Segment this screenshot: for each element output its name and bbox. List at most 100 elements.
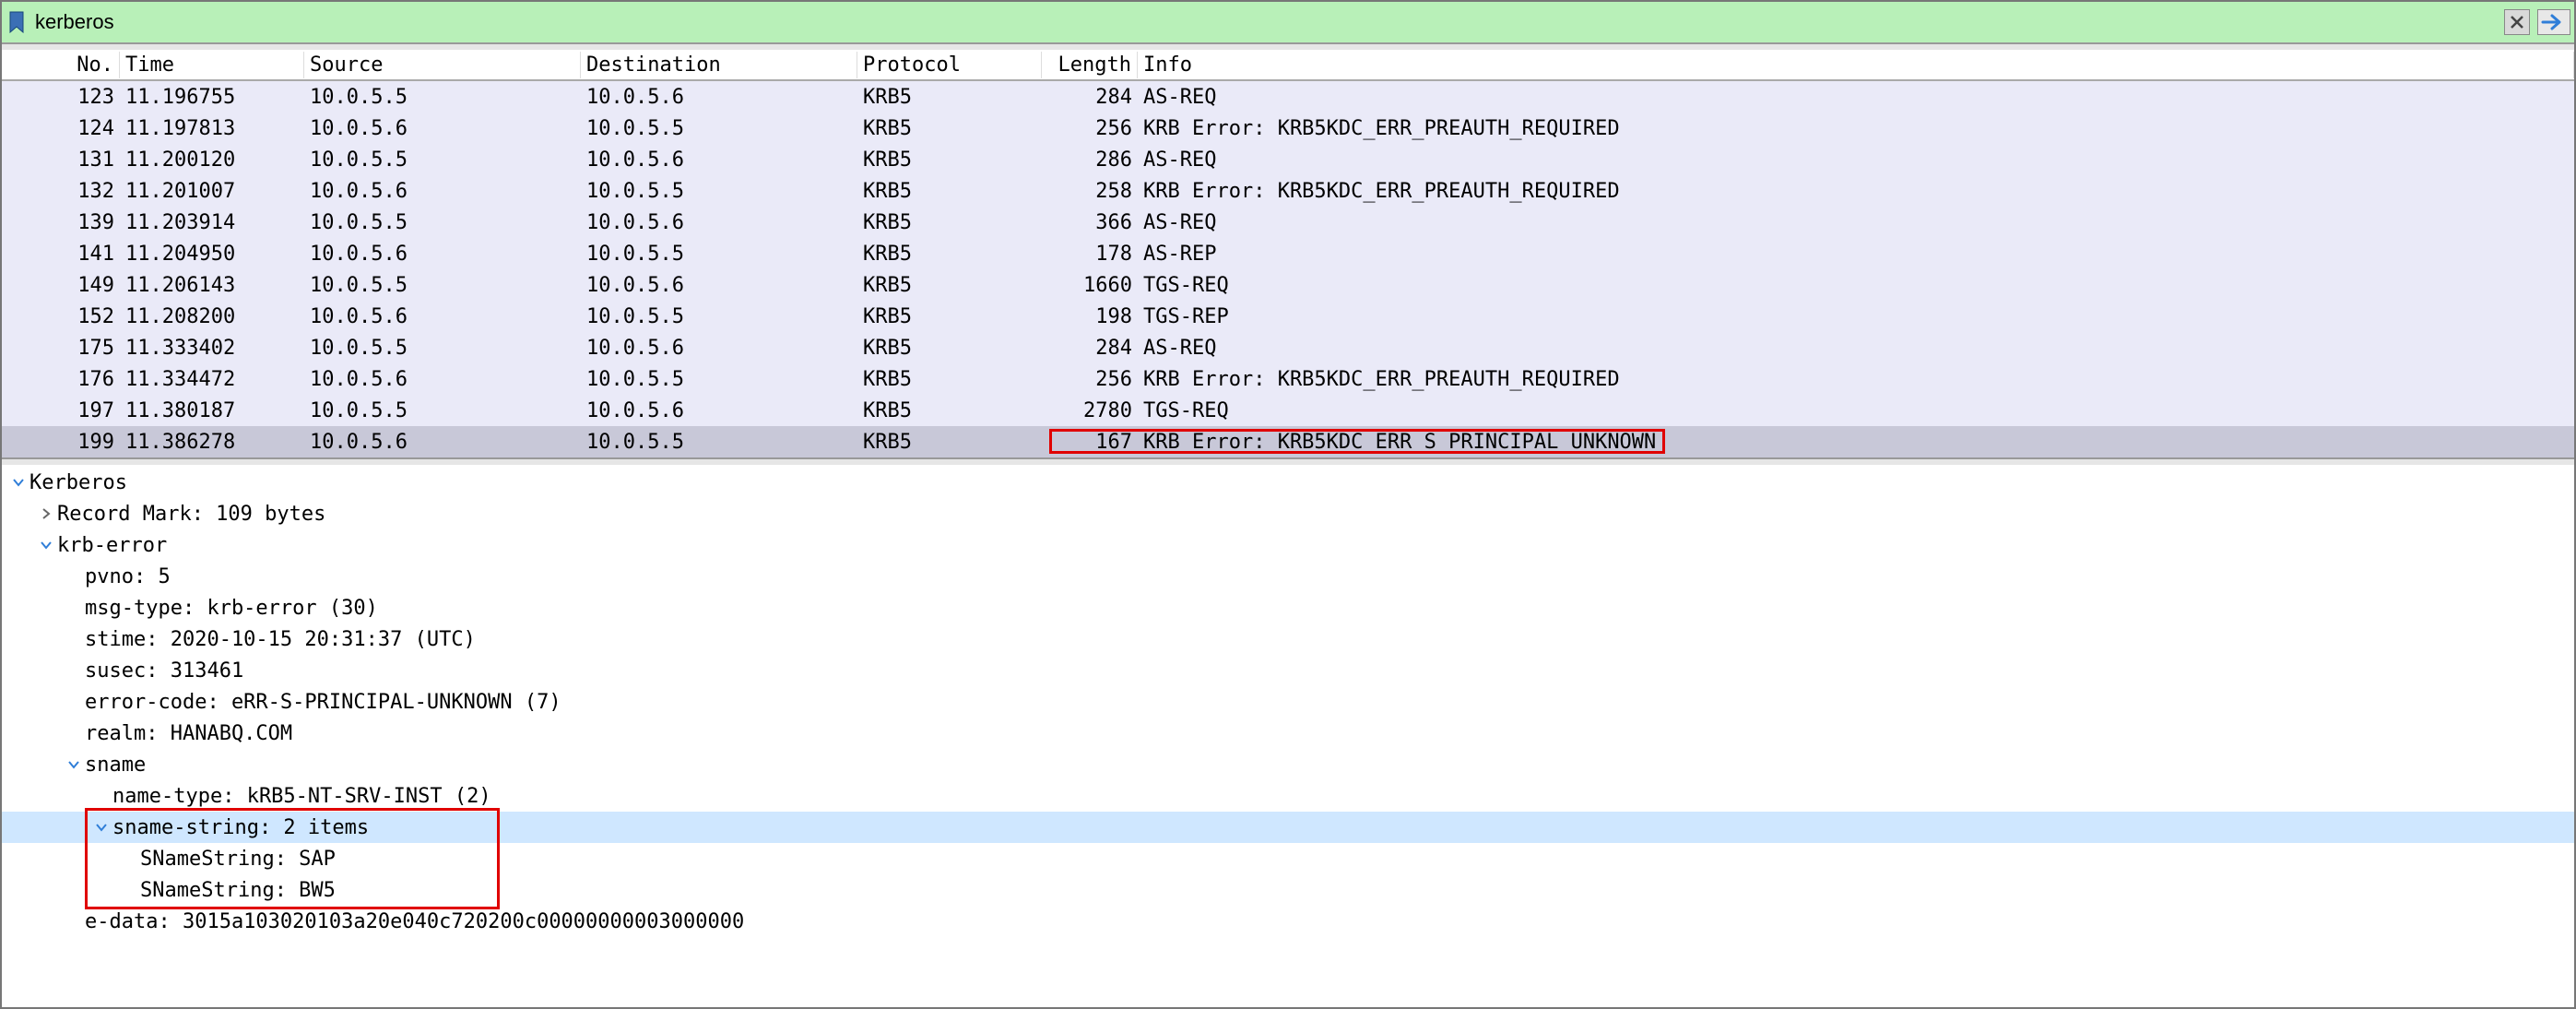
tree-label: pvno: 5 xyxy=(85,565,171,588)
packet-row[interactable]: 12311.19675510.0.5.510.0.5.6KRB5284AS-RE… xyxy=(2,81,2574,113)
tree-pvno[interactable]: pvno: 5 xyxy=(2,561,2574,592)
cell-len: 286 xyxy=(1042,148,1138,172)
tree-label: msg-type: krb-error (30) xyxy=(85,597,378,620)
tree-label: e-data: 3015a103020103a20e040c720200c000… xyxy=(85,910,744,933)
tree-e-data[interactable]: e-data: 3015a103020103a20e040c720200c000… xyxy=(2,906,2574,937)
col-header-length[interactable]: Length xyxy=(1042,52,1138,78)
packet-row[interactable]: 14911.20614310.0.5.510.0.5.6KRB51660TGS-… xyxy=(2,269,2574,301)
tree-label: sname xyxy=(85,754,146,777)
cell-time: 11.201007 xyxy=(120,180,304,203)
col-header-source[interactable]: Source xyxy=(304,52,581,78)
tree-sname-item[interactable]: SNameString: SAP xyxy=(2,843,2574,874)
packet-row[interactable]: 13111.20012010.0.5.510.0.5.6KRB5286AS-RE… xyxy=(2,144,2574,175)
col-header-no[interactable]: No. xyxy=(2,52,120,78)
cell-len: 256 xyxy=(1042,368,1138,391)
tree-label: realm: HANABQ.COM xyxy=(85,722,292,745)
cell-no: 199 xyxy=(2,431,120,454)
display-filter-input[interactable] xyxy=(31,10,2500,34)
col-header-time[interactable]: Time xyxy=(120,52,304,78)
tree-label: susec: 313461 xyxy=(85,659,243,683)
tree-error-code[interactable]: error-code: eRR-S-PRINCIPAL-UNKNOWN (7) xyxy=(2,686,2574,718)
apply-filter-icon[interactable] xyxy=(2537,9,2570,35)
cell-dst: 10.0.5.5 xyxy=(581,243,857,266)
cell-src: 10.0.5.5 xyxy=(304,211,581,234)
cell-dst: 10.0.5.5 xyxy=(581,305,857,328)
packet-list-pane: No. Time Source Destination Protocol Len… xyxy=(2,50,2574,459)
cell-dst: 10.0.5.6 xyxy=(581,274,857,297)
tree-sname-item[interactable]: SNameString: BW5 xyxy=(2,874,2574,906)
cell-dst: 10.0.5.6 xyxy=(581,86,857,109)
tree-stime[interactable]: stime: 2020-10-15 20:31:37 (UTC) xyxy=(2,623,2574,655)
cell-no: 132 xyxy=(2,180,120,203)
cell-dst: 10.0.5.6 xyxy=(581,211,857,234)
tree-krb-error[interactable]: krb-error xyxy=(2,529,2574,561)
cell-proto: KRB5 xyxy=(857,399,1042,422)
tree-record-mark[interactable]: Record Mark: 109 bytes xyxy=(2,498,2574,529)
packet-row[interactable]: 12411.19781310.0.5.610.0.5.5KRB5256KRB E… xyxy=(2,113,2574,144)
cell-src: 10.0.5.5 xyxy=(304,86,581,109)
chevron-down-icon[interactable] xyxy=(90,821,112,834)
tree-sname-string[interactable]: sname-string: 2 items xyxy=(2,812,2574,843)
cell-info: KRB Error: KRB5KDC_ERR_PREAUTH_REQUIRED xyxy=(1138,368,2574,391)
cell-proto: KRB5 xyxy=(857,274,1042,297)
tree-sname[interactable]: sname xyxy=(2,749,2574,780)
chevron-down-icon[interactable] xyxy=(35,539,57,552)
display-filter-bar xyxy=(2,2,2574,44)
bookmark-icon[interactable] xyxy=(6,11,28,33)
tree-label: error-code: eRR-S-PRINCIPAL-UNKNOWN (7) xyxy=(85,691,561,714)
packet-row[interactable]: 19711.38018710.0.5.510.0.5.6KRB52780TGS-… xyxy=(2,395,2574,426)
cell-dst: 10.0.5.6 xyxy=(581,399,857,422)
tree-kerberos[interactable]: Kerberos xyxy=(2,467,2574,498)
packet-row[interactable]: 14111.20495010.0.5.610.0.5.5KRB5178AS-RE… xyxy=(2,238,2574,269)
chevron-down-icon[interactable] xyxy=(63,758,85,771)
cell-len: 167 xyxy=(1042,431,1138,454)
cell-proto: KRB5 xyxy=(857,117,1042,140)
cell-no: 152 xyxy=(2,305,120,328)
cell-src: 10.0.5.6 xyxy=(304,305,581,328)
cell-len: 366 xyxy=(1042,211,1138,234)
cell-src: 10.0.5.6 xyxy=(304,243,581,266)
tree-realm[interactable]: realm: HANABQ.COM xyxy=(2,718,2574,749)
packet-row[interactable]: 19911.38627810.0.5.610.0.5.5KRB5167KRB E… xyxy=(2,426,2574,457)
tree-name-type[interactable]: name-type: kRB5-NT-SRV-INST (2) xyxy=(2,780,2574,812)
cell-proto: KRB5 xyxy=(857,86,1042,109)
cell-time: 11.206143 xyxy=(120,274,304,297)
chevron-right-icon[interactable] xyxy=(35,507,57,520)
packet-row[interactable]: 13211.20100710.0.5.610.0.5.5KRB5258KRB E… xyxy=(2,175,2574,207)
packet-details-pane: Kerberos Record Mark: 109 bytes krb-erro… xyxy=(2,465,2574,1007)
cell-proto: KRB5 xyxy=(857,148,1042,172)
tree-label: SNameString: SAP xyxy=(140,848,336,871)
packet-row[interactable]: 15211.20820010.0.5.610.0.5.5KRB5198TGS-R… xyxy=(2,301,2574,332)
cell-proto: KRB5 xyxy=(857,337,1042,360)
clear-filter-icon[interactable] xyxy=(2504,9,2530,35)
cell-src: 10.0.5.5 xyxy=(304,148,581,172)
packet-row[interactable]: 17611.33447210.0.5.610.0.5.5KRB5256KRB E… xyxy=(2,363,2574,395)
cell-len: 284 xyxy=(1042,337,1138,360)
tree-msg-type[interactable]: msg-type: krb-error (30) xyxy=(2,592,2574,623)
cell-dst: 10.0.5.5 xyxy=(581,368,857,391)
tree-label: krb-error xyxy=(57,534,167,557)
cell-time: 11.380187 xyxy=(120,399,304,422)
cell-proto: KRB5 xyxy=(857,368,1042,391)
packet-row[interactable]: 17511.33340210.0.5.510.0.5.6KRB5284AS-RE… xyxy=(2,332,2574,363)
packet-row[interactable]: 13911.20391410.0.5.510.0.5.6KRB5366AS-RE… xyxy=(2,207,2574,238)
cell-len: 1660 xyxy=(1042,274,1138,297)
col-header-info[interactable]: Info xyxy=(1138,52,2574,78)
tree-susec[interactable]: susec: 313461 xyxy=(2,655,2574,686)
cell-dst: 10.0.5.5 xyxy=(581,117,857,140)
cell-proto: KRB5 xyxy=(857,211,1042,234)
cell-time: 11.386278 xyxy=(120,431,304,454)
chevron-down-icon[interactable] xyxy=(7,476,30,489)
cell-len: 198 xyxy=(1042,305,1138,328)
cell-proto: KRB5 xyxy=(857,431,1042,454)
cell-info: AS-REQ xyxy=(1138,211,2574,234)
cell-src: 10.0.5.6 xyxy=(304,117,581,140)
cell-dst: 10.0.5.6 xyxy=(581,337,857,360)
cell-time: 11.200120 xyxy=(120,148,304,172)
col-header-protocol[interactable]: Protocol xyxy=(857,52,1042,78)
cell-time: 11.208200 xyxy=(120,305,304,328)
cell-info: KRB Error: KRB5KDC_ERR_PREAUTH_REQUIRED xyxy=(1138,117,2574,140)
cell-src: 10.0.5.5 xyxy=(304,399,581,422)
cell-no: 176 xyxy=(2,368,120,391)
col-header-destination[interactable]: Destination xyxy=(581,52,857,78)
